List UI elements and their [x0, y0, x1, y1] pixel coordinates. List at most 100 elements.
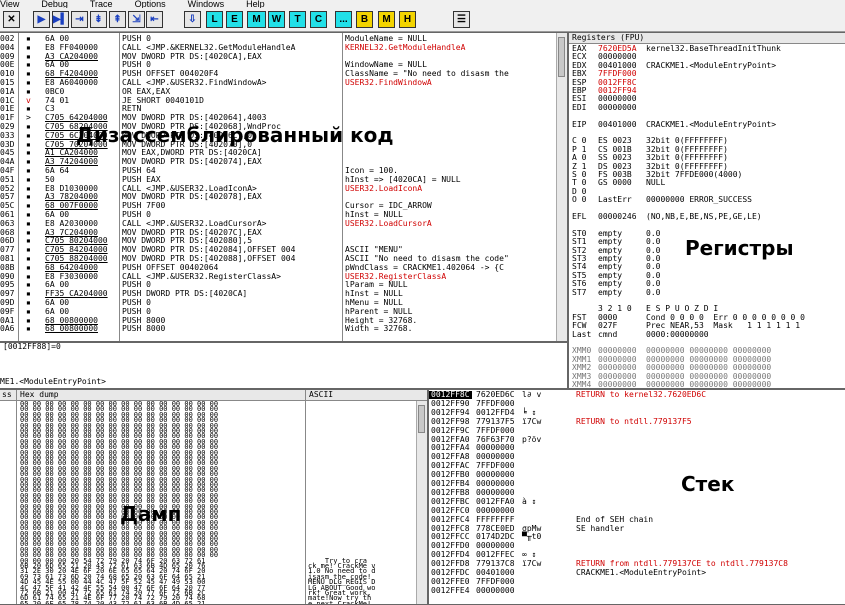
register-value[interactable]: empty [598, 288, 622, 297]
disasm-instruction[interactable]: MOV DWORD PTR DS:[402078],EAX [122, 193, 340, 201]
register-value[interactable]: empty [598, 238, 622, 246]
disasm-instruction[interactable]: PUSH 0 [122, 61, 340, 69]
register-value[interactable]: 00000000 [598, 364, 637, 372]
c-button[interactable]: C [310, 11, 327, 28]
register-value[interactable]: GS 0000 [598, 179, 632, 187]
list-button[interactable]: ☰ [453, 11, 470, 28]
stack-row[interactable]: 0012FFC8 778CE0ED σpMw SE handler [429, 524, 845, 533]
menu-item-help[interactable]: Help [246, 0, 265, 8]
e-button[interactable]: E [226, 11, 243, 28]
stack-row[interactable]: 0012FFD0 00000000 [429, 542, 845, 550]
dump-scrollbar[interactable] [416, 401, 427, 604]
b-button[interactable]: B [356, 11, 373, 28]
register-value[interactable]: 027F [598, 322, 617, 330]
disasm-instruction[interactable]: PUSH 8000 [122, 325, 340, 333]
registers-pane[interactable]: Registers (FPU) EAX 7620ED5A kernel32.Base… [568, 32, 845, 389]
stack-row[interactable]: 0012FFB4 00000000 [429, 480, 845, 488]
stack-row[interactable]: 0012FFBC 0012FFA0 à ↕ [429, 497, 845, 506]
disasm-instruction[interactable]: PUSH 0 [122, 35, 340, 43]
disasm-instruction[interactable]: PUSH 0 [122, 281, 340, 289]
menu-item-view[interactable]: View [0, 0, 19, 8]
stack-row[interactable]: 0012FF98 779137F5 ї7Cw RETURN to ntdll.7791… [429, 417, 845, 426]
execute-till-return-button[interactable]: ⇲ [128, 11, 145, 28]
trace-into-button[interactable]: ⇟ [90, 11, 107, 28]
stack-row[interactable]: 0012FF94 0012FFD4 ╘ ↕ [429, 408, 845, 417]
disasm-instruction[interactable]: CALL <JMP.&KERNEL32.GetModuleHandleA [122, 44, 340, 52]
l-button[interactable]: L [206, 11, 223, 28]
disassembly-scrollbar[interactable] [556, 33, 567, 341]
disasm-instruction[interactable]: MOV DWORD PTR DS:[402074],EAX [122, 158, 340, 166]
disasm-instruction[interactable]: CALL <JMP.&USER32.LoadIconA> [122, 185, 340, 193]
disassembly-pane[interactable]: 002 ▪ 6A 00 PUSH 0 ModuleName = NULL 004 ▪ E8 F… [0, 32, 568, 342]
stack-row[interactable]: 0012FFD8 779137C8 ї7Cw RETURN from ntdll.77… [429, 560, 845, 568]
menu-item-windows[interactable]: Windows [188, 0, 225, 8]
stack-row[interactable]: 0012FFE0 7FFDF000 [429, 577, 845, 586]
register-value[interactable]: 00000000 [598, 103, 637, 112]
disasm-instruction[interactable]: PUSH OFFSET 00402064 [122, 264, 340, 272]
w-button[interactable]: W [268, 11, 285, 28]
m-button[interactable]: M [247, 11, 266, 28]
stack-row[interactable]: 0012FFCC 0174D2DC ▀╥t0 [429, 533, 845, 541]
menu-item-trace[interactable]: Trace [90, 0, 113, 8]
disasm-instruction[interactable]: RETN [122, 105, 340, 113]
trace-over-button[interactable]: ⇞ [109, 11, 126, 28]
register-value[interactable]: LastErr [598, 196, 632, 204]
disasm-instruction[interactable]: MOV DWORD PTR DS:[402080],5 [122, 237, 340, 245]
disasm-instruction[interactable]: MOV DWORD PTR DS:[40207C],EAX [122, 229, 340, 237]
h-button[interactable]: H [399, 11, 416, 28]
scrollbar-thumb[interactable] [418, 405, 425, 433]
stack-pane[interactable]: 0012FF8C 7620ED6C l∂ v RETURN to kernel32.7… [428, 389, 845, 605]
stack-row[interactable]: 0012FF8C 7620ED6C l∂ v RETURN to kernel32.7… [429, 391, 845, 399]
disasm-instruction[interactable]: PUSH 0 [122, 211, 340, 219]
menu-item-debug[interactable]: Debug [41, 0, 68, 8]
stack-row[interactable]: 0012FFD4 0012FFEC ∞ ↕ [429, 551, 845, 559]
disasm-instruction[interactable]: PUSH EAX [122, 176, 340, 184]
disasm-instruction[interactable]: MOV DWORD PTR DS:[4020CA],EAX [122, 53, 340, 61]
goto-button[interactable]: ⇩ [184, 11, 201, 28]
disasm-instruction[interactable]: PUSH 8000 [122, 317, 340, 325]
disasm-instruction[interactable]: MOV DWORD PTR DS:[402088],OFFSET 004 [122, 255, 340, 263]
register-value[interactable]: SS 0023 [598, 154, 632, 162]
run-button[interactable]: ▶ [33, 11, 50, 28]
stack-row[interactable]: 0012FF90 7FFDF000 [429, 399, 845, 408]
register-value[interactable]: 7FFDF000 [598, 70, 637, 78]
disasm-instruction[interactable]: MOV DWORD PTR DS:[402064],4003 [122, 114, 340, 122]
register-value[interactable]: cmnd [598, 330, 617, 339]
execute-till-user-code-button[interactable]: ⇤ [146, 11, 163, 28]
disasm-instruction[interactable]: MOV EAX,DWORD PTR DS:[4020CA] [122, 149, 340, 157]
register-value[interactable]: 00000000 [598, 381, 637, 389]
stack-row[interactable]: 0012FFA0 76F63F70 p?öv [429, 435, 845, 444]
disasm-instruction[interactable]: PUSH DWORD PTR DS:[4020CA] [122, 290, 340, 298]
register-value[interactable]: 00401000 [598, 120, 637, 129]
stack-row[interactable]: 0012FFAC 7FFDF000 [429, 462, 845, 470]
stack-row[interactable]: 0012FFA8 00000000 [429, 453, 845, 461]
register-value[interactable]: 00000246 [598, 213, 637, 221]
disasm-instruction[interactable]: CALL <JMP.&USER32.FindWindowA> [122, 79, 340, 87]
step-over-button[interactable]: ⇥ [71, 11, 88, 28]
close-file-button[interactable]: ✕ [3, 11, 20, 28]
disasm-instruction[interactable]: OR EAX,EAX [122, 88, 340, 96]
scrollbar-thumb[interactable] [558, 37, 565, 77]
disasm-instruction[interactable]: PUSH 0 [122, 308, 340, 316]
register-value[interactable]: empty [598, 280, 622, 288]
stack-row[interactable]: 0012FFB0 00000000 [429, 471, 845, 479]
disasm-instruction[interactable]: PUSH OFFSET 004020F4 [122, 70, 340, 78]
stack-row[interactable]: 0012FFDC 00401000 CRACKME1.<ModuleEntryPoi… [429, 569, 845, 577]
disasm-instruction[interactable]: PUSH 64 [122, 167, 340, 175]
t-button[interactable]: T [289, 11, 306, 28]
disasm-instruction[interactable]: CALL <JMP.&USER32.RegisterClassA> [122, 273, 340, 281]
stack-row[interactable]: 0012FFC4 FFFFFFFF End of SEH chain [429, 515, 845, 524]
menu-item-options[interactable]: Options [135, 0, 166, 8]
dots-button[interactable]: ... [335, 11, 352, 28]
m2-button[interactable]: M [378, 11, 395, 28]
stack-row[interactable]: 0012FFE4 00000000 [429, 586, 845, 595]
disasm-instruction[interactable]: MOV DWORD PTR DS:[402084],OFFSET 004 [122, 246, 340, 254]
disasm-instruction[interactable]: PUSH 0 [122, 299, 340, 307]
stack-row[interactable]: 0012FFC0 00000000 [429, 506, 845, 515]
stack-row[interactable]: 0012FFA4 00000000 [429, 444, 845, 452]
stack-row[interactable]: 0012FFB8 00000000 [429, 488, 845, 497]
disasm-instruction[interactable]: JE SHORT 0040101D [122, 97, 340, 105]
disasm-instruction[interactable]: CALL <JMP.&USER32.LoadCursorA> [122, 220, 340, 228]
disasm-instruction[interactable]: PUSH 7F00 [122, 202, 340, 210]
dump-pane[interactable]: ss Hex dump ASCII 00 00 00 00 00 00 00 0… [0, 389, 428, 605]
